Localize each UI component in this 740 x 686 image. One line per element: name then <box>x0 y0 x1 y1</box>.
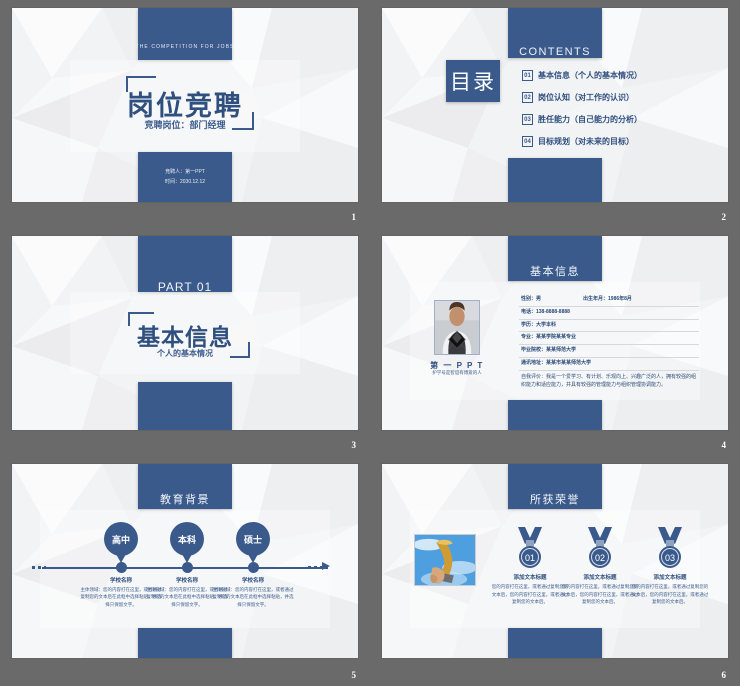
svg-text:03: 03 <box>665 553 675 563</box>
list-item[interactable]: 01 基本信息（个人的基本情况） <box>522 70 642 81</box>
profile-photo <box>434 300 480 355</box>
table-row: 专业：某某学院某某专业 <box>519 332 699 345</box>
info-label-birth: 出生年月：1986年8月 <box>583 296 632 302</box>
slide-cell-4: 基本信息 第 一 P P T 护学号是智谊有博爱的人 性别：男 出生年月：198… <box>370 228 740 456</box>
footer-band <box>508 158 602 202</box>
slide-cell-3: PART 01 基本信息 个人的基本情况 3 <box>0 228 370 456</box>
page-number-6: 6 <box>721 670 727 680</box>
slide-cell-6: 所获荣誉 01 添加文本标题 您的内容打在这里，或者通过复制您的文本后，您的内容… <box>370 456 740 686</box>
award-body: 您的内容打在这里，或者通过复制您的文本后，您的内容打在这里，或者通过复制您的文本… <box>561 584 639 605</box>
timeline-item-3: 学校名称 主体领域：您的内容打在这里，或者通过复制您的文本后在此框中选择粘贴，并… <box>212 576 294 608</box>
slide2-header: CONTENTS <box>519 46 591 58</box>
award-body: 您的内容打在这里，或者通过复制您的文本后，您的内容打在这里，或者通过复制您的文本… <box>491 584 569 605</box>
list-item[interactable]: 02 岗位认知（对工作的认识） <box>522 92 642 103</box>
page-number-1: 1 <box>351 212 357 222</box>
list-item-label: 胜任能力（自己能力的分析） <box>538 115 642 124</box>
info-label-address: 通讯地址：某某市某某师范大学 <box>521 359 592 366</box>
list-item-label: 目标规划（对未来的目标） <box>538 137 634 146</box>
slide-3[interactable]: PART 01 基本信息 个人的基本情况 <box>12 236 358 430</box>
timeline-pin-2[interactable]: 本科 <box>170 522 204 556</box>
timeline-pin-1[interactable]: 高中 <box>104 522 138 556</box>
page-number-5: 5 <box>351 670 357 680</box>
slide4-header: 基本信息 <box>530 266 580 278</box>
table-row: 性别：男 出生年月：1986年8月 <box>519 294 699 307</box>
footer-band <box>508 400 602 430</box>
profile-info-table: 性别：男 出生年月：1986年8月 电话：138-8888-8888 学历：大学… <box>519 294 699 389</box>
slide1-date: 时间：2030.12.12 <box>164 179 206 185</box>
bracket-bottom-right-icon <box>232 112 254 130</box>
award-heading: 添加文本标题 <box>583 575 617 581</box>
medal-icon: 02 <box>583 526 617 570</box>
table-row: 毕业院校：某某师范大学 <box>519 345 699 358</box>
award-heading: 添加文本标题 <box>653 575 687 581</box>
award-heading: 添加文本标题 <box>513 575 547 581</box>
timeline-heading: 学校名称 <box>241 578 264 584</box>
timeline-node-2 <box>182 562 193 573</box>
slide6-header: 所获荣誉 <box>530 494 580 506</box>
timeline-arrow-icon <box>322 562 330 570</box>
footer-band <box>138 382 232 430</box>
info-label-phone: 电话：138-8888-8888 <box>521 308 570 315</box>
bracket-bottom-right-icon <box>230 342 250 358</box>
slide3-subtitle: 个人的基本情况 <box>157 349 213 358</box>
footer-band <box>138 628 232 658</box>
slide1-eyebrow: THE COMPETITION FOR JOBS <box>135 44 235 50</box>
svg-text:01: 01 <box>525 553 535 563</box>
timeline-pin-3[interactable]: 硕士 <box>236 522 270 556</box>
page-number-3: 3 <box>351 440 357 450</box>
footer-band <box>508 628 602 658</box>
page-number-4: 4 <box>721 440 727 450</box>
header-band <box>138 8 232 60</box>
info-label-school: 毕业院校：某某师范大学 <box>521 347 577 353</box>
slide-6[interactable]: 所获荣誉 01 添加文本标题 您的内容打在这里，或者通过复制您的文本后，您的内容… <box>382 464 728 658</box>
slide5-header: 教育背景 <box>160 494 210 506</box>
slide1-presenter: 竞聘人：第一PPT <box>165 169 205 175</box>
list-item-label: 基本信息（个人的基本情况） <box>538 71 642 80</box>
info-label-major: 专业：某某学院某某专业 <box>521 334 577 341</box>
list-item-number: 04 <box>522 136 533 147</box>
profile-tagline: 护学号是智谊有博爱的人 <box>432 370 482 375</box>
list-item-number: 03 <box>522 114 533 125</box>
svg-text:02: 02 <box>595 553 605 563</box>
list-item-number: 01 <box>522 70 533 81</box>
table-row: 电话：138-8888-8888 <box>519 307 699 320</box>
table-row: 通讯地址：某某市某某师范大学 <box>519 358 699 371</box>
slide-5[interactable]: 教育背景 高中 学校名称 主体领域：您的内容打在这里，或者通过复制您的文本后在此… <box>12 464 358 658</box>
medal-icon: 01 <box>513 526 547 570</box>
slide-cell-1: THE COMPETITION FOR JOBS 岗位竞聘 竞聘岗位：部门经理 … <box>0 0 370 228</box>
slide-cell-2: CONTENTS 目录 01 基本信息（个人的基本情况） 02 岗位认知（对工作… <box>370 0 740 228</box>
slide3-title: 基本信息 <box>137 324 233 350</box>
info-label-gender: 性别：男 <box>521 296 542 302</box>
list-item[interactable]: 03 胜任能力（自己能力的分析） <box>522 114 642 125</box>
timeline-body: 主体领域：您的内容打在这里，或者通过复制您的文本后在此框中选择粘贴，并选择只保留… <box>212 587 294 607</box>
slide2-contents-list: 01 基本信息（个人的基本情况） 02 岗位认知（对工作的认识） 03 胜任能力… <box>522 70 642 158</box>
slide2-badge: 目录 <box>446 60 500 102</box>
medal-icon: 03 <box>653 526 687 570</box>
self-evaluation-text: 自我评价：我是一个爱学习、有计划、乐观向上、兴趣广泛的人，拥有较强的组织能力和适… <box>521 373 697 388</box>
slide-thumbnail-grid: THE COMPETITION FOR JOBS 岗位竞聘 竞聘岗位：部门经理 … <box>0 0 740 686</box>
award-item-2: 02 添加文本标题 您的内容打在这里，或者通过复制您的文本后，您的内容打在这里，… <box>560 526 640 606</box>
trophy-photo <box>414 534 476 586</box>
info-label-education: 学历：大学本科 <box>521 321 557 328</box>
timeline-node-3 <box>248 562 259 573</box>
timeline-dash-right <box>308 566 322 569</box>
page-number-2: 2 <box>721 212 727 222</box>
slide-2[interactable]: CONTENTS 目录 01 基本信息（个人的基本情况） 02 岗位认知（对工作… <box>382 8 728 202</box>
slide-cell-5: 教育背景 高中 学校名称 主体领域：您的内容打在这里，或者通过复制您的文本后在此… <box>0 456 370 686</box>
list-item-label: 岗位认知（对工作的认识） <box>538 93 634 102</box>
award-item-3: 03 添加文本标题 您的内容打在这里，或者通过复制您的文本后，您的内容打在这里，… <box>630 526 710 606</box>
slide-4[interactable]: 基本信息 第 一 P P T 护学号是智谊有博爱的人 性别：男 出生年月：198… <box>382 236 728 430</box>
slide-1[interactable]: THE COMPETITION FOR JOBS 岗位竞聘 竞聘岗位：部门经理 … <box>12 8 358 202</box>
list-item[interactable]: 04 目标规划（对未来的目标） <box>522 136 642 147</box>
award-item-1: 01 添加文本标题 您的内容打在这里，或者通过复制您的文本后，您的内容打在这里，… <box>490 526 570 606</box>
timeline-node-1 <box>116 562 127 573</box>
list-item-number: 02 <box>522 92 533 103</box>
slide1-subtitle: 竞聘岗位：部门经理 <box>144 120 226 130</box>
table-row: 学历：大学本科 <box>519 320 699 333</box>
award-body: 您的内容打在这里，或者通过复制您的文本后，您的内容打在这里，或者通过复制您的文本… <box>631 584 709 605</box>
